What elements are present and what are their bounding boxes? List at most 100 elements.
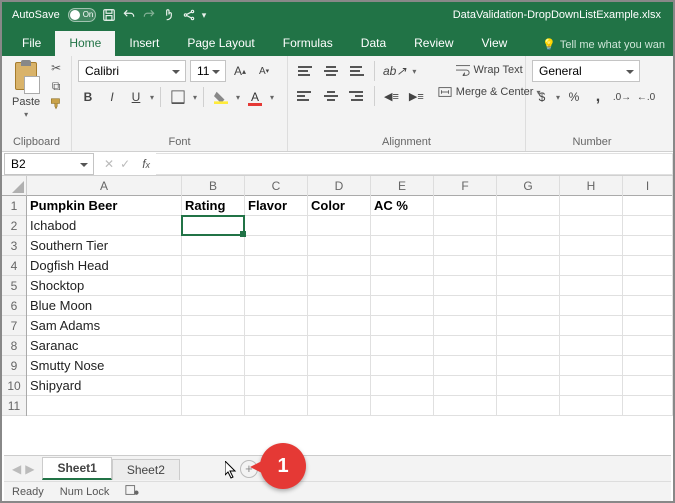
cell[interactable] xyxy=(560,196,623,216)
comma-format-icon[interactable]: , xyxy=(588,86,608,108)
cell[interactable] xyxy=(182,396,245,416)
increase-decimal-icon[interactable]: .0→ xyxy=(612,86,632,108)
cell[interactable] xyxy=(623,256,673,276)
cell[interactable] xyxy=(308,336,371,356)
cell[interactable] xyxy=(497,296,560,316)
align-top-icon[interactable] xyxy=(294,60,318,82)
cell[interactable]: Color xyxy=(308,196,371,216)
cell[interactable]: Sam Adams xyxy=(27,316,182,336)
row-header[interactable]: 1 xyxy=(2,196,26,216)
sheet-nav-prev-icon[interactable]: ◀ xyxy=(12,462,21,476)
cell[interactable] xyxy=(182,296,245,316)
cell[interactable] xyxy=(623,196,673,216)
cell[interactable] xyxy=(371,356,434,376)
row-header[interactable]: 4 xyxy=(2,256,26,276)
touch-icon[interactable] xyxy=(162,8,176,22)
font-name-select[interactable]: Calibri xyxy=(78,60,186,82)
cells[interactable]: Pumpkin Beer Rating Flavor Color AC % Ic… xyxy=(27,196,673,416)
macro-record-icon[interactable] xyxy=(125,484,139,499)
col-header-A[interactable]: A xyxy=(27,176,182,196)
cell[interactable]: Flavor xyxy=(245,196,308,216)
cell[interactable]: Smutty Nose xyxy=(27,356,182,376)
cell[interactable] xyxy=(182,356,245,376)
cell[interactable] xyxy=(560,276,623,296)
cell[interactable] xyxy=(623,216,673,236)
cell[interactable] xyxy=(371,296,434,316)
cell[interactable] xyxy=(560,376,623,396)
cell[interactable] xyxy=(497,236,560,256)
cell[interactable] xyxy=(245,276,308,296)
cell[interactable] xyxy=(371,376,434,396)
cell[interactable] xyxy=(308,296,371,316)
cell[interactable]: Dogfish Head xyxy=(27,256,182,276)
cell[interactable] xyxy=(560,216,623,236)
cell[interactable] xyxy=(560,336,623,356)
tab-data[interactable]: Data xyxy=(347,31,400,56)
increase-indent-icon[interactable]: ▶≡ xyxy=(406,86,427,106)
font-size-select[interactable]: 11 xyxy=(190,60,226,82)
row-header[interactable]: 10 xyxy=(2,376,26,396)
col-header-C[interactable]: C xyxy=(245,176,308,196)
cell[interactable] xyxy=(308,256,371,276)
autosave-toggle[interactable]: On xyxy=(68,8,96,22)
cell[interactable] xyxy=(497,276,560,296)
cell[interactable] xyxy=(560,396,623,416)
cell[interactable] xyxy=(623,396,673,416)
col-header-B[interactable]: B xyxy=(182,176,245,196)
cell[interactable] xyxy=(245,336,308,356)
cell[interactable] xyxy=(497,396,560,416)
cell[interactable] xyxy=(182,376,245,396)
cell[interactable] xyxy=(560,236,623,256)
cell[interactable] xyxy=(434,216,497,236)
cell[interactable] xyxy=(371,316,434,336)
cell[interactable] xyxy=(560,296,623,316)
cell[interactable]: Rating xyxy=(182,196,245,216)
cell[interactable] xyxy=(623,336,673,356)
decrease-decimal-icon[interactable]: ←.0 xyxy=(636,86,656,108)
cell[interactable] xyxy=(623,376,673,396)
tab-formulas[interactable]: Formulas xyxy=(269,31,347,56)
row-header[interactable]: 5 xyxy=(2,276,26,296)
cell[interactable] xyxy=(497,216,560,236)
fill-color-button[interactable] xyxy=(210,86,232,108)
sheet-tab-sheet2[interactable]: Sheet2 xyxy=(112,459,180,480)
col-header-D[interactable]: D xyxy=(308,176,371,196)
cell[interactable] xyxy=(245,236,308,256)
row-header[interactable]: 8 xyxy=(2,336,26,356)
paste-button[interactable]: Paste ▾ xyxy=(8,60,44,121)
cell[interactable]: Ichabod xyxy=(27,216,182,236)
cell[interactable]: AC % xyxy=(371,196,434,216)
cell[interactable]: Blue Moon xyxy=(27,296,182,316)
tab-review[interactable]: Review xyxy=(400,31,467,56)
cell[interactable] xyxy=(623,296,673,316)
cell[interactable] xyxy=(308,376,371,396)
cell[interactable] xyxy=(308,396,371,416)
cell[interactable] xyxy=(245,396,308,416)
cell[interactable] xyxy=(308,356,371,376)
border-button[interactable] xyxy=(167,86,189,108)
cell[interactable] xyxy=(371,336,434,356)
cell[interactable] xyxy=(560,256,623,276)
cell[interactable] xyxy=(245,356,308,376)
col-header-H[interactable]: H xyxy=(560,176,623,196)
cell[interactable] xyxy=(434,236,497,256)
col-header-E[interactable]: E xyxy=(371,176,434,196)
format-painter-icon[interactable] xyxy=(48,96,64,112)
cell[interactable] xyxy=(371,256,434,276)
align-middle-icon[interactable] xyxy=(320,60,344,82)
cell[interactable] xyxy=(434,296,497,316)
cell[interactable]: Southern Tier xyxy=(27,236,182,256)
row-header[interactable]: 6 xyxy=(2,296,26,316)
cut-icon[interactable]: ✂ xyxy=(48,60,64,76)
sheet-nav-next-icon[interactable]: ▶ xyxy=(25,462,34,476)
enter-formula-icon[interactable]: ✓ xyxy=(120,157,130,171)
cell[interactable] xyxy=(434,276,497,296)
cell[interactable] xyxy=(560,356,623,376)
undo-icon[interactable] xyxy=(122,8,136,22)
cell[interactable] xyxy=(497,196,560,216)
cell[interactable] xyxy=(560,316,623,336)
select-all-corner[interactable] xyxy=(2,176,27,196)
cell[interactable] xyxy=(623,356,673,376)
cell[interactable] xyxy=(308,236,371,256)
row-header[interactable]: 9 xyxy=(2,356,26,376)
